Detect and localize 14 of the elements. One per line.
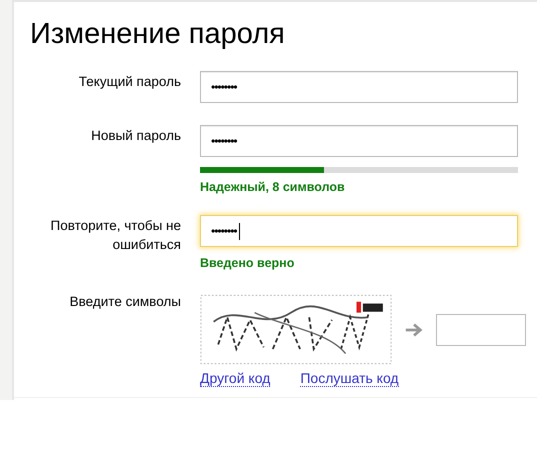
- captcha-link[interactable]: Послушать код: [300, 370, 399, 387]
- captcha-field[interactable]: [436, 314, 526, 346]
- password-field[interactable]: ••••••••: [200, 215, 518, 247]
- captcha-link[interactable]: Другой код: [200, 370, 270, 387]
- match-hint: Введено верно: [200, 256, 296, 270]
- field-label: Введите символы: [68, 293, 181, 311]
- password-field[interactable]: ••••••••: [200, 125, 518, 157]
- strength-text: Надежный, 8 символов: [200, 180, 346, 194]
- field-label: Новый пароль: [90, 127, 181, 145]
- page-title: Изменение пароля: [30, 17, 286, 52]
- field-label: Текущий пароль: [78, 73, 181, 91]
- arrow-icon: [404, 322, 424, 338]
- password-field[interactable]: ••••••••: [200, 71, 518, 103]
- field-label: Повторите, чтобы не ошибиться: [50, 217, 181, 254]
